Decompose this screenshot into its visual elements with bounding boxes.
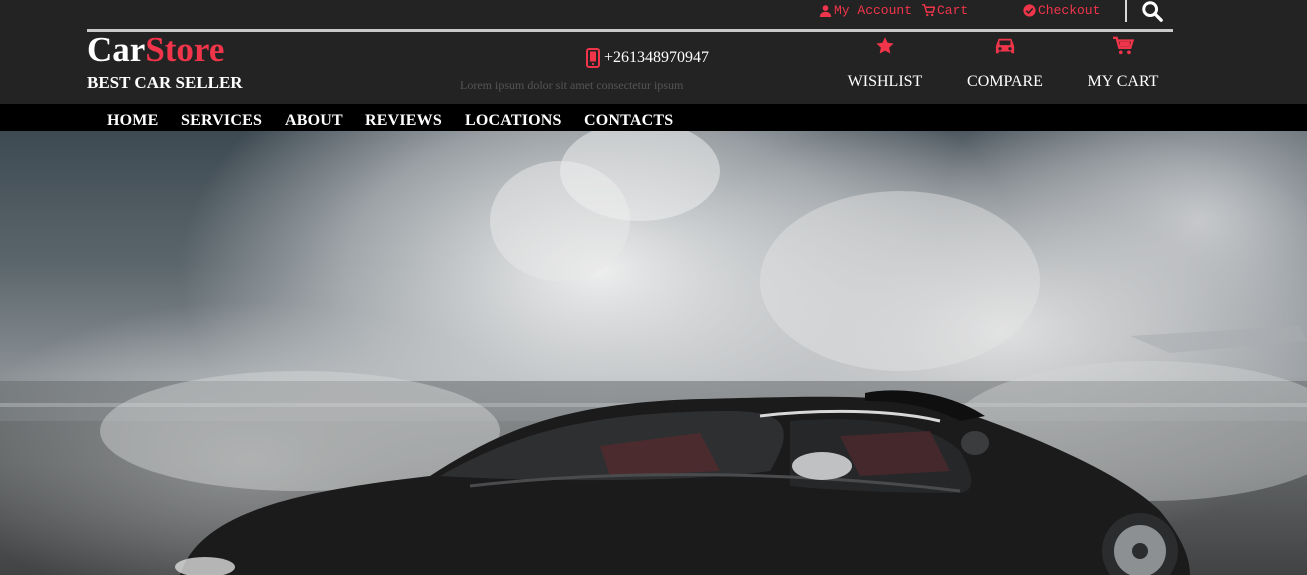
mobile-phone-icon: [586, 48, 600, 68]
nav-item-locations[interactable]: LOCATIONS: [465, 112, 562, 130]
site-tagline: BEST CAR SELLER: [87, 73, 243, 92]
cart-icon: [1113, 36, 1134, 55]
checkout-link[interactable]: Checkout: [1023, 3, 1100, 18]
site-header: My Account Cart Checkout CarStore BEST C…: [0, 0, 1307, 104]
wishlist-label: WISHLIST: [847, 73, 923, 90]
search-button[interactable]: [1141, 0, 1165, 24]
checkout-label: Checkout: [1038, 3, 1101, 18]
nav-item-home[interactable]: HOME: [107, 112, 158, 130]
hero-banner: [0, 131, 1307, 575]
my-cart-label: MY CART: [1087, 73, 1159, 90]
wishlist-button[interactable]: WISHLIST: [847, 36, 923, 91]
top-bar: My Account Cart Checkout: [0, 0, 1307, 24]
my-account-link[interactable]: My Account: [819, 3, 912, 18]
nav-item-about[interactable]: ABOUT: [285, 112, 343, 130]
star-icon: [876, 37, 894, 54]
nav-item-services[interactable]: SERVICES: [181, 112, 262, 130]
topbar-divider: [1125, 0, 1127, 22]
main-nav: HOME SERVICES ABOUT REVIEWS LOCATIONS CO…: [0, 104, 1307, 131]
cart-link[interactable]: Cart: [922, 3, 968, 18]
logo-text-car: Car: [87, 30, 146, 69]
hero-car-image: [0, 131, 1307, 575]
nav-item-contacts[interactable]: CONTACTS: [584, 112, 673, 130]
contact-subtext: Lorem ipsum dolor sit amet consectetur i…: [460, 78, 684, 92]
check-circle-icon: [1023, 4, 1036, 17]
logo-text-store: Store: [145, 30, 225, 69]
cart-small-icon: [922, 4, 935, 17]
my-cart-button[interactable]: MY CART: [1087, 36, 1159, 91]
cart-label: Cart: [937, 3, 969, 18]
phone-number: +261348970947: [604, 49, 710, 66]
search-icon: [1142, 1, 1163, 22]
phone-contact[interactable]: +261348970947: [586, 48, 709, 68]
my-account-label: My Account: [834, 3, 913, 18]
site-logo[interactable]: CarStore: [87, 30, 224, 70]
header-divider: [87, 29, 1173, 32]
nav-item-reviews[interactable]: REVIEWS: [365, 112, 442, 130]
compare-label: COMPARE: [967, 73, 1043, 90]
user-icon: [819, 5, 832, 17]
compare-button[interactable]: COMPARE: [966, 36, 1044, 91]
car-icon: [995, 38, 1015, 54]
